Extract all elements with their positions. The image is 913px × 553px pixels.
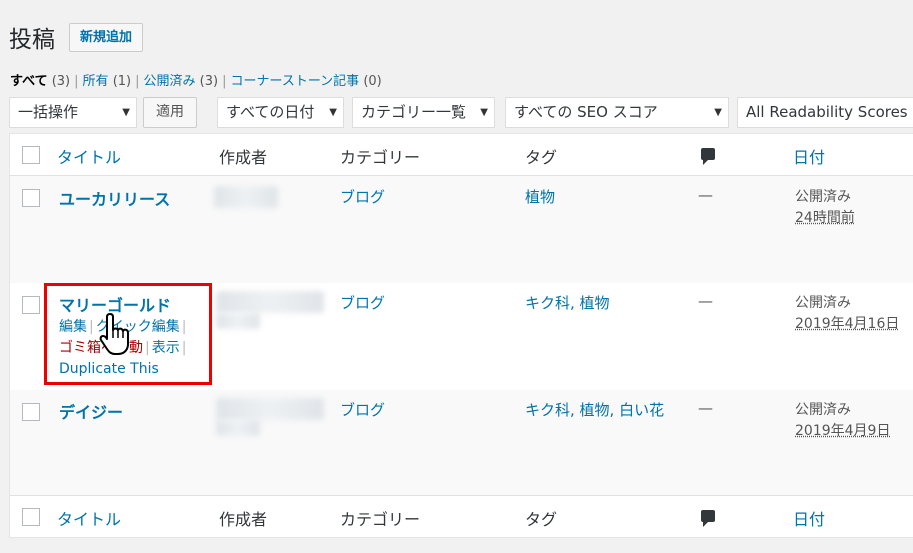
duplicate-link[interactable]: Duplicate This [59, 361, 159, 377]
add-new-button[interactable]: 新規追加 [69, 23, 144, 52]
post-status: 公開済み [795, 295, 851, 311]
comment-bubble-icon[interactable] [701, 510, 715, 527]
select-all-checkbox[interactable] [22, 508, 40, 526]
view-published[interactable]: 公開済み (3) [144, 74, 219, 89]
table-header: タイトル 作成者 カテゴリー タグ 日付 [10, 134, 913, 176]
post-tags[interactable]: キク科, 植物, 白い花 [525, 399, 664, 420]
view-cornerstone[interactable]: コーナーストーン記事 (0) [230, 74, 381, 89]
table-row: デイジー ブログ キク科, 植物, 白い花 — 公開済み 2019年4月9日 [10, 390, 913, 496]
chevron-down-icon: ▼ [714, 107, 722, 118]
view-all[interactable]: すべて (3) [10, 74, 70, 89]
post-date: 24時間前 [795, 210, 855, 226]
view-mine[interactable]: 所有 (1) [83, 74, 132, 89]
post-category-link[interactable]: ブログ [340, 292, 385, 313]
chevron-down-icon: ▼ [480, 107, 488, 118]
post-comments: — [698, 186, 713, 204]
column-title[interactable]: タイトル [57, 144, 121, 168]
author-blurred [216, 291, 324, 313]
post-comments: — [698, 292, 713, 310]
row-checkbox[interactable] [22, 403, 40, 421]
post-tags[interactable]: キク科, 植物 [525, 292, 610, 313]
column-date[interactable]: 日付 [793, 506, 825, 530]
column-author: 作成者 [219, 510, 268, 529]
post-status: 公開済み [795, 402, 851, 418]
post-tags[interactable]: 植物 [525, 186, 555, 207]
page-title: 投稿 [9, 27, 55, 53]
status-views: すべて (3) | 所有 (1) | 公開済み (3) | コーナーストーン記事 (0) [10, 74, 382, 89]
hand-pointer-icon [99, 313, 129, 355]
author-blurred [216, 420, 260, 436]
chevron-down-icon: ▼ [329, 107, 337, 118]
post-date: 2019年4月16日 [795, 316, 900, 332]
row-checkbox[interactable] [22, 189, 40, 207]
post-title-link[interactable]: デイジー [59, 399, 123, 423]
apply-button[interactable]: 適用 [143, 97, 197, 128]
author-blurred [216, 313, 260, 329]
post-comments: — [698, 399, 713, 417]
post-status: 公開済み [795, 189, 851, 205]
edit-link[interactable]: 編集 [59, 319, 87, 335]
column-tags: タグ [525, 148, 558, 167]
seo-score-select[interactable]: すべての SEO スコア ▼ [505, 97, 729, 128]
posts-table: タイトル 作成者 カテゴリー タグ 日付 ユーカリリース ブログ 植物 — 公開… [9, 133, 913, 538]
column-title[interactable]: タイトル [57, 506, 121, 530]
table-footer: タイトル 作成者 カテゴリー タグ 日付 [10, 495, 913, 537]
row-checkbox[interactable] [22, 296, 40, 314]
select-all-checkbox[interactable] [22, 146, 40, 164]
view-link[interactable]: 表示 [152, 340, 180, 356]
column-author: 作成者 [219, 148, 268, 167]
readability-score-select[interactable]: All Readability Scores [737, 97, 913, 128]
post-category-link[interactable]: ブログ [340, 399, 385, 420]
comment-bubble-icon[interactable] [701, 148, 715, 165]
column-category: カテゴリー [340, 148, 421, 167]
column-category: カテゴリー [340, 510, 421, 529]
author-blurred [214, 186, 278, 208]
post-category-link[interactable]: ブログ [340, 186, 385, 207]
column-date[interactable]: 日付 [793, 144, 825, 168]
author-blurred [216, 398, 324, 420]
bulk-action-select[interactable]: 一括操作 ▼ [9, 97, 137, 128]
table-row: ユーカリリース ブログ 植物 — 公開済み 24時間前 [10, 176, 913, 283]
table-row: マリーゴールド ブログ キク科, 植物 — 公開済み 2019年4月16日 編集… [10, 283, 913, 390]
category-filter-select[interactable]: カテゴリー一覧 ▼ [352, 97, 495, 128]
date-filter-select[interactable]: すべての日付 ▼ [217, 97, 344, 128]
post-date: 2019年4月9日 [795, 423, 891, 439]
chevron-down-icon: ▼ [122, 107, 130, 118]
post-title-link[interactable]: ユーカリリース [59, 186, 170, 210]
column-tags: タグ [525, 510, 558, 529]
